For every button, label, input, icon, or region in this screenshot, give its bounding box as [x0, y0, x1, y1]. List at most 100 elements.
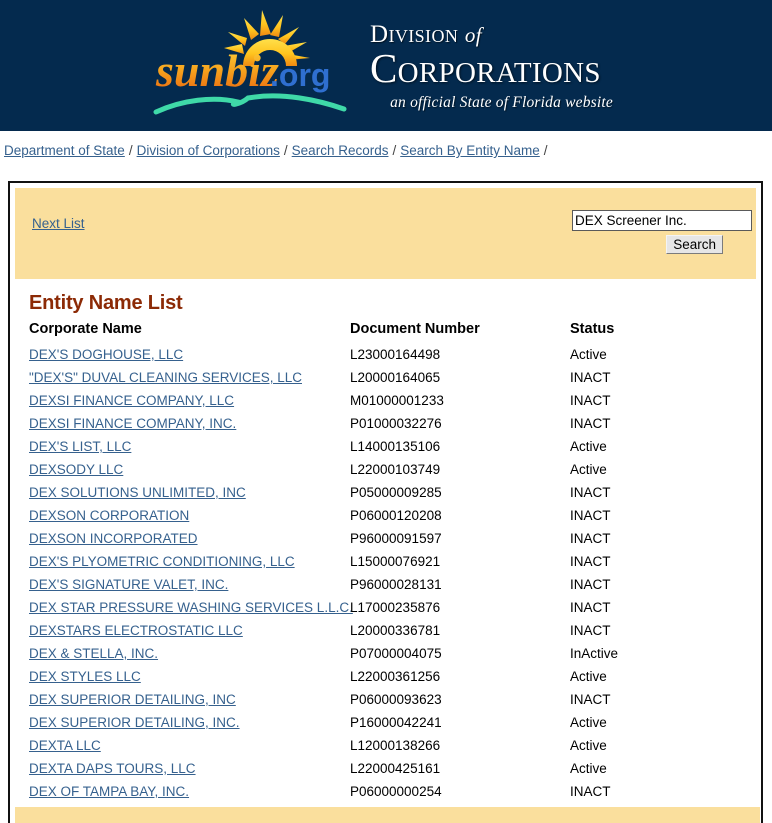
breadcrumb-link-search-records[interactable]: Search Records: [292, 143, 389, 158]
cell-corporate-name: DEX SUPERIOR DETAILING, INC: [29, 688, 350, 711]
division-word: Division: [370, 21, 459, 48]
table-row: DEX OF TAMPA BAY, INC. P06000000254 INACT: [29, 780, 760, 803]
cell-document-number: P06000120208: [350, 508, 442, 523]
breadcrumb-link-division-of-corporations[interactable]: Division of Corporations: [137, 143, 280, 158]
cell-corporate-name: DEX'S SIGNATURE VALET, INC.: [29, 573, 350, 596]
entity-name-link[interactable]: DEX STAR PRESSURE WASHING SERVICES L.L.C…: [29, 600, 353, 615]
entity-name-link[interactable]: DEXTA LLC: [29, 738, 101, 753]
cell-status: Active: [570, 715, 607, 730]
page-title: Entity Name List: [29, 292, 183, 314]
cell-corporate-name: DEXTA LLC: [29, 734, 350, 757]
table-row: DEX STAR PRESSURE WASHING SERVICES L.L.C…: [29, 596, 760, 619]
cell-document-number: L22000361256: [350, 669, 441, 684]
breadcrumb: Department of State / Division of Corporat…: [0, 131, 772, 158]
entity-name-link[interactable]: DEX'S LIST, LLC: [29, 439, 131, 454]
entity-name-link[interactable]: DEXTA DAPS TOURS, LLC: [29, 761, 196, 776]
cell-document-number: L15000076921: [350, 554, 441, 569]
cell-corporate-name: DEXSI FINANCE COMPANY, INC.: [29, 412, 350, 435]
cell-document-number: L23000164498: [350, 347, 441, 362]
swoosh-icon: [153, 93, 347, 115]
cell-corporate-name: DEX STAR PRESSURE WASHING SERVICES L.L.C…: [29, 596, 353, 619]
breadcrumb-separator-trailing: /: [543, 143, 548, 158]
entity-name-link[interactable]: DEXSON CORPORATION: [29, 508, 189, 523]
entity-name-link[interactable]: DEX SUPERIOR DETAILING, INC: [29, 692, 236, 707]
table-row: DEXSODY LLC L22000103749 Active: [29, 458, 760, 481]
entity-name-link[interactable]: DEX'S PLYOMETRIC CONDITIONING, LLC: [29, 554, 295, 569]
cell-document-number: P06000000254: [350, 784, 442, 799]
division-title: Division of: [370, 22, 670, 47]
table-row: DEXTA LLC L12000138266 Active: [29, 734, 760, 757]
entity-name-link[interactable]: DEX'S SIGNATURE VALET, INC.: [29, 577, 228, 592]
breadcrumb-link-department-of-state[interactable]: Department of State: [4, 143, 125, 158]
cell-document-number: L20000336781: [350, 623, 441, 638]
cell-corporate-name: "DEX'S" DUVAL CLEANING SERVICES, LLC: [29, 366, 350, 389]
cell-status: INACT: [570, 416, 611, 431]
column-header-document-number: Document Number: [350, 321, 480, 337]
cell-document-number: P05000009285: [350, 485, 442, 500]
entity-name-link[interactable]: DEX SOLUTIONS UNLIMITED, INC: [29, 485, 246, 500]
cell-corporate-name: DEXSODY LLC: [29, 458, 350, 481]
cell-document-number: L22000425161: [350, 761, 441, 776]
cell-status: Active: [570, 669, 607, 684]
cell-status: INACT: [570, 508, 611, 523]
cell-document-number: L12000138266: [350, 738, 441, 753]
entity-name-link[interactable]: DEX STYLES LLC: [29, 669, 141, 684]
cell-status: INACT: [570, 554, 611, 569]
entity-name-link[interactable]: DEXSI FINANCE COMPANY, INC.: [29, 416, 236, 431]
results-section: Entity Name List Corporate Name Document…: [10, 292, 761, 803]
table-row: DEX'S PLYOMETRIC CONDITIONING, LLC L15000…: [29, 550, 760, 573]
table-row: DEXSTARS ELECTROSTATIC LLC L20000336781 IN…: [29, 619, 760, 642]
sunbiz-logo-icon: sunbiz .org: [153, 10, 347, 115]
table-row: DEXSON CORPORATION P06000120208 INACT: [29, 504, 760, 527]
cell-status: Active: [570, 347, 607, 362]
cell-status: INACT: [570, 784, 611, 799]
sunbiz-logo[interactable]: sunbiz .org: [152, 8, 362, 120]
entity-name-link[interactable]: DEX & STELLA, INC.: [29, 646, 158, 661]
cell-status: INACT: [570, 600, 611, 615]
next-list-link[interactable]: Next List: [32, 216, 85, 231]
cell-status: INACT: [570, 692, 611, 707]
search-form: Search: [562, 210, 752, 254]
table-header-row: Corporate Name Document Number Status: [29, 321, 760, 343]
cell-document-number: P16000042241: [350, 715, 442, 730]
entity-name-link[interactable]: DEXSON INCORPORATED: [29, 531, 198, 546]
site-title-block: Division of Corporations an official Sta…: [370, 22, 670, 112]
cell-status: INACT: [570, 370, 611, 385]
cell-corporate-name: DEXSI FINANCE COMPANY, LLC: [29, 389, 350, 412]
column-header-status: Status: [570, 321, 615, 337]
breadcrumb-link-search-by-entity-name[interactable]: Search By Entity Name: [400, 143, 540, 158]
entity-name-link[interactable]: "DEX'S" DUVAL CLEANING SERVICES, LLC: [29, 370, 302, 385]
table-row: DEX'S LIST, LLC L14000135106 Active: [29, 435, 760, 458]
table-row: DEX SUPERIOR DETAILING, INC P06000093623 I…: [29, 688, 760, 711]
table-row: DEX'S DOGHOUSE, LLC L23000164498 Active: [29, 343, 760, 366]
cell-document-number: P06000093623: [350, 692, 442, 707]
entity-name-link[interactable]: DEX'S DOGHOUSE, LLC: [29, 347, 183, 362]
search-button[interactable]: Search: [666, 235, 723, 254]
breadcrumb-separator: /: [128, 143, 133, 158]
table-row: DEXSI FINANCE COMPANY, INC. P01000032276 I…: [29, 412, 760, 435]
column-header-corporate-name: Corporate Name: [29, 321, 142, 337]
entity-name-link[interactable]: DEXSODY LLC: [29, 462, 123, 477]
entity-name-link[interactable]: DEXSI FINANCE COMPANY, LLC: [29, 393, 234, 408]
cell-corporate-name: DEX SUPERIOR DETAILING, INC.: [29, 711, 350, 734]
cell-document-number: P01000032276: [350, 416, 442, 431]
entity-table-body: DEX'S DOGHOUSE, LLC L23000164498 Active "DE…: [29, 343, 760, 803]
search-input[interactable]: [572, 210, 752, 231]
cell-document-number: M01000001233: [350, 393, 444, 408]
cell-document-number: L22000103749: [350, 462, 441, 477]
table-row: DEXTA DAPS TOURS, LLC L22000425161 Active: [29, 757, 760, 780]
cell-corporate-name: DEX SOLUTIONS UNLIMITED, INC: [29, 481, 350, 504]
entity-name-link[interactable]: DEXSTARS ELECTROSTATIC LLC: [29, 623, 243, 638]
entity-name-link[interactable]: DEX OF TAMPA BAY, INC.: [29, 784, 189, 799]
cell-document-number: P96000028131: [350, 577, 442, 592]
site-tagline: an official State of Florida website: [390, 93, 613, 111]
entity-name-link[interactable]: DEX SUPERIOR DETAILING, INC.: [29, 715, 240, 730]
table-row: DEX & STELLA, INC. P07000004075 InActive: [29, 642, 760, 665]
cell-corporate-name: DEXSTARS ELECTROSTATIC LLC: [29, 619, 350, 642]
table-row: "DEX'S" DUVAL CLEANING SERVICES, LLC L200…: [29, 366, 760, 389]
cell-status: InActive: [570, 646, 619, 661]
cell-document-number: L17000235876: [350, 600, 441, 615]
cell-document-number: L20000164065: [350, 370, 441, 385]
breadcrumb-separator: /: [283, 143, 288, 158]
cell-status: Active: [570, 761, 607, 776]
